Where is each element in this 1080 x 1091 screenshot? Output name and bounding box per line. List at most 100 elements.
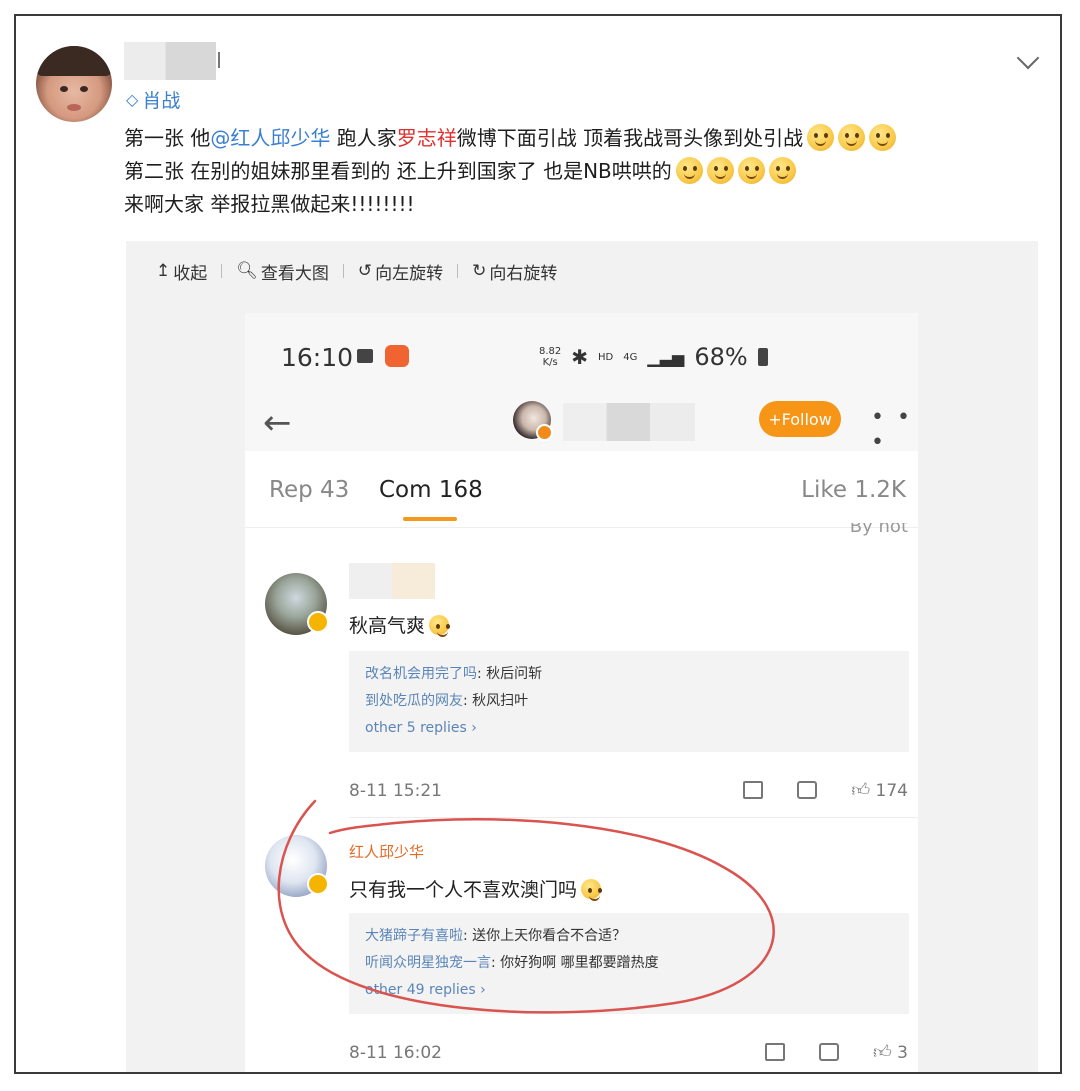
reply-username[interactable]: 改名机会用完了吗 xyxy=(365,666,477,682)
avatar-eye xyxy=(80,86,88,92)
toolbar-divider xyxy=(221,264,223,278)
follow-button[interactable]: +Follow xyxy=(759,401,841,437)
comment-icon[interactable] xyxy=(818,1043,839,1061)
comment-time: 8-11 16:02 xyxy=(349,1043,442,1063)
comment-text: 秋高气爽 xyxy=(349,611,450,638)
post-text: 第一张 他@红人邱少华 跑人家罗志祥微博下面引战 顶着我战哥头像到处引战 第二张… xyxy=(124,122,1024,221)
post-text-segment: 跑人家 xyxy=(330,126,397,150)
signal-icon: ▁▃▅ xyxy=(647,347,685,367)
net-speed: 8.82 K/s xyxy=(539,346,561,368)
reply-text: : 秋后问斩 xyxy=(477,666,543,682)
reply-username[interactable]: 到处吃瓜的网友 xyxy=(365,693,463,709)
embedded-screenshot[interactable]: 16:10 8.82K/s ✱ HD 4G ▁▃▅ 68% ← +Follow xyxy=(245,313,918,1072)
verified-badge-icon xyxy=(307,873,329,895)
verified-badge-icon xyxy=(307,611,329,633)
status-indicators: 8.82 K/s ✱ HD 4G ▁▃▅ 68% xyxy=(539,343,768,371)
comment-body: 只有我一个人不喜欢澳门吗 xyxy=(349,879,578,901)
hd-indicator: HD xyxy=(598,351,614,363)
topic-link[interactable]: 罗志祥 xyxy=(397,126,457,150)
avatar-eye xyxy=(60,86,68,92)
rotate-left-icon: ↺ xyxy=(357,261,373,281)
comment-actions: 👍︎ 3 xyxy=(764,1041,908,1063)
rotate-right-label: 向右旋转 xyxy=(489,263,558,284)
redaction-mark xyxy=(218,52,220,68)
reply-text: : 秋风扫叶 xyxy=(463,693,529,709)
like-count: 174 xyxy=(875,781,908,801)
view-large-label: 查看大图 xyxy=(260,263,329,284)
tab-comments[interactable]: Com 168 xyxy=(379,477,483,503)
author-tagline[interactable]: ◇ 肖战 xyxy=(126,86,180,113)
net-speed-unit: K/s xyxy=(542,357,558,368)
reply-preview[interactable]: 大猪蹄子有喜啦: 送你上天你看合不合适？ 听闻众明星独宠一言: 你好狗啊 哪里都… xyxy=(349,913,909,1014)
media-toolbar: ↥ 收起 🔍︎ 查看大图 ↺ 向左旋转 ↻ 向右旋转 xyxy=(156,259,557,284)
smile-emoji-icon xyxy=(869,124,897,151)
more-replies-link[interactable]: other 5 replies › xyxy=(365,715,893,742)
reply-username[interactable]: 听闻众明星独宠一言 xyxy=(365,955,491,971)
more-icon[interactable]: • • • xyxy=(871,405,918,455)
detail-tabs: Rep 43 Com 168 Like 1.2K xyxy=(245,455,918,528)
author-avatar[interactable] xyxy=(36,46,112,122)
like-icon: 👍︎ xyxy=(851,780,871,801)
avatar-hair xyxy=(36,46,112,76)
comment-body: 秋高气爽 xyxy=(349,615,426,637)
verified-diamond-icon: ◇ xyxy=(126,90,139,109)
gallery-icon xyxy=(357,349,373,363)
more-replies-label: other 5 replies xyxy=(365,720,467,736)
comment-divider xyxy=(349,817,918,818)
commenter-name-redacted xyxy=(349,563,435,599)
commenter-name[interactable]: 红人邱少华 xyxy=(349,841,424,862)
reply-text: : 送你上天你看合不合适？ xyxy=(463,928,627,944)
reply-item: 改名机会用完了吗: 秋后问斩 xyxy=(365,661,893,688)
commenter-avatar[interactable] xyxy=(265,835,329,897)
back-arrow-icon[interactable]: ← xyxy=(263,403,292,443)
mention-link[interactable]: @红人邱少华 xyxy=(210,126,330,150)
comment-time: 8-11 15:21 xyxy=(349,781,442,801)
smile-emoji-icon xyxy=(838,124,866,151)
comment-icon[interactable] xyxy=(797,781,818,799)
reply-username[interactable]: 大猪蹄子有喜啦 xyxy=(365,928,463,944)
phone-status-bar: 16:10 8.82 K/s ✱ HD 4G ▁▃▅ 68% xyxy=(245,313,918,401)
like-button[interactable]: 👍︎ 3 xyxy=(873,1041,908,1063)
upload-icon: ↥ xyxy=(156,261,171,281)
chevron-down-icon[interactable] xyxy=(1016,46,1040,70)
post-line-1: 第一张 他@红人邱少华 跑人家罗志祥微博下面引战 顶着我战哥头像到处引战 xyxy=(124,122,1024,155)
rotate-right-icon: ↻ xyxy=(472,261,487,281)
like-count: 3 xyxy=(897,1043,908,1063)
commenter-avatar[interactable] xyxy=(265,573,329,635)
like-button[interactable]: 👍︎ 174 xyxy=(851,779,908,801)
media-viewer: ↥ 收起 🔍︎ 查看大图 ↺ 向左旋转 ↻ 向右旋转 16:10 8.82 K/s ✱ H… xyxy=(126,241,1038,1072)
smile-emoji-icon xyxy=(768,157,796,184)
author-name-redacted[interactable] xyxy=(124,42,220,80)
network-indicator: 4G xyxy=(623,351,638,363)
post-text-segment: 来啊大家 举报拉黑做起来!!!!!!!! xyxy=(124,192,415,216)
verified-badge-icon xyxy=(536,424,553,441)
rotate-right-button[interactable]: ↻ 向右旋转 xyxy=(472,259,557,284)
tab-likes[interactable]: Like 1.2K xyxy=(801,477,906,503)
weibo-nav-bar: ← +Follow • • • xyxy=(245,401,918,455)
toolbar-divider xyxy=(457,264,459,278)
net-speed-value: 8.82 xyxy=(539,346,562,357)
tagline-text: 肖战 xyxy=(142,90,181,112)
smile-emoji-icon xyxy=(581,879,602,901)
like-icon: 👍︎ xyxy=(872,1042,892,1063)
battery-icon xyxy=(757,348,768,366)
battery-level: 68% xyxy=(694,343,748,371)
more-replies-link[interactable]: other 49 replies › xyxy=(365,977,893,1004)
more-replies-label: other 49 replies xyxy=(365,982,476,998)
bluetooth-icon: ✱ xyxy=(571,345,589,369)
reply-preview[interactable]: 改名机会用完了吗: 秋后问斩 到处吃瓜的网友: 秋风扫叶 other 5 rep… xyxy=(349,651,909,752)
smile-emoji-icon xyxy=(807,124,835,151)
tab-reposts[interactable]: Rep 43 xyxy=(269,477,349,503)
comment-text: 只有我一个人不喜欢澳门吗 xyxy=(349,875,602,902)
poster-avatar[interactable] xyxy=(513,401,553,441)
rotate-left-button[interactable]: ↺ 向左旋转 xyxy=(358,259,443,284)
share-icon[interactable] xyxy=(743,781,764,799)
collapse-button[interactable]: ↥ 收起 xyxy=(156,259,207,284)
sort-by-hot[interactable]: By hot xyxy=(850,523,908,537)
post-card: ◇ 肖战 第一张 他@红人邱少华 跑人家罗志祥微博下面引战 顶着我战哥头像到处引… xyxy=(14,14,1062,1074)
post-text-segment: 微博下面引战 顶着我战哥头像到处引战 xyxy=(456,126,804,150)
share-icon[interactable] xyxy=(764,1043,785,1061)
view-large-button[interactable]: 🔍︎ 查看大图 xyxy=(236,259,329,284)
search-icon: 🔍︎ xyxy=(236,261,258,281)
rotate-left-label: 向左旋转 xyxy=(375,263,444,284)
